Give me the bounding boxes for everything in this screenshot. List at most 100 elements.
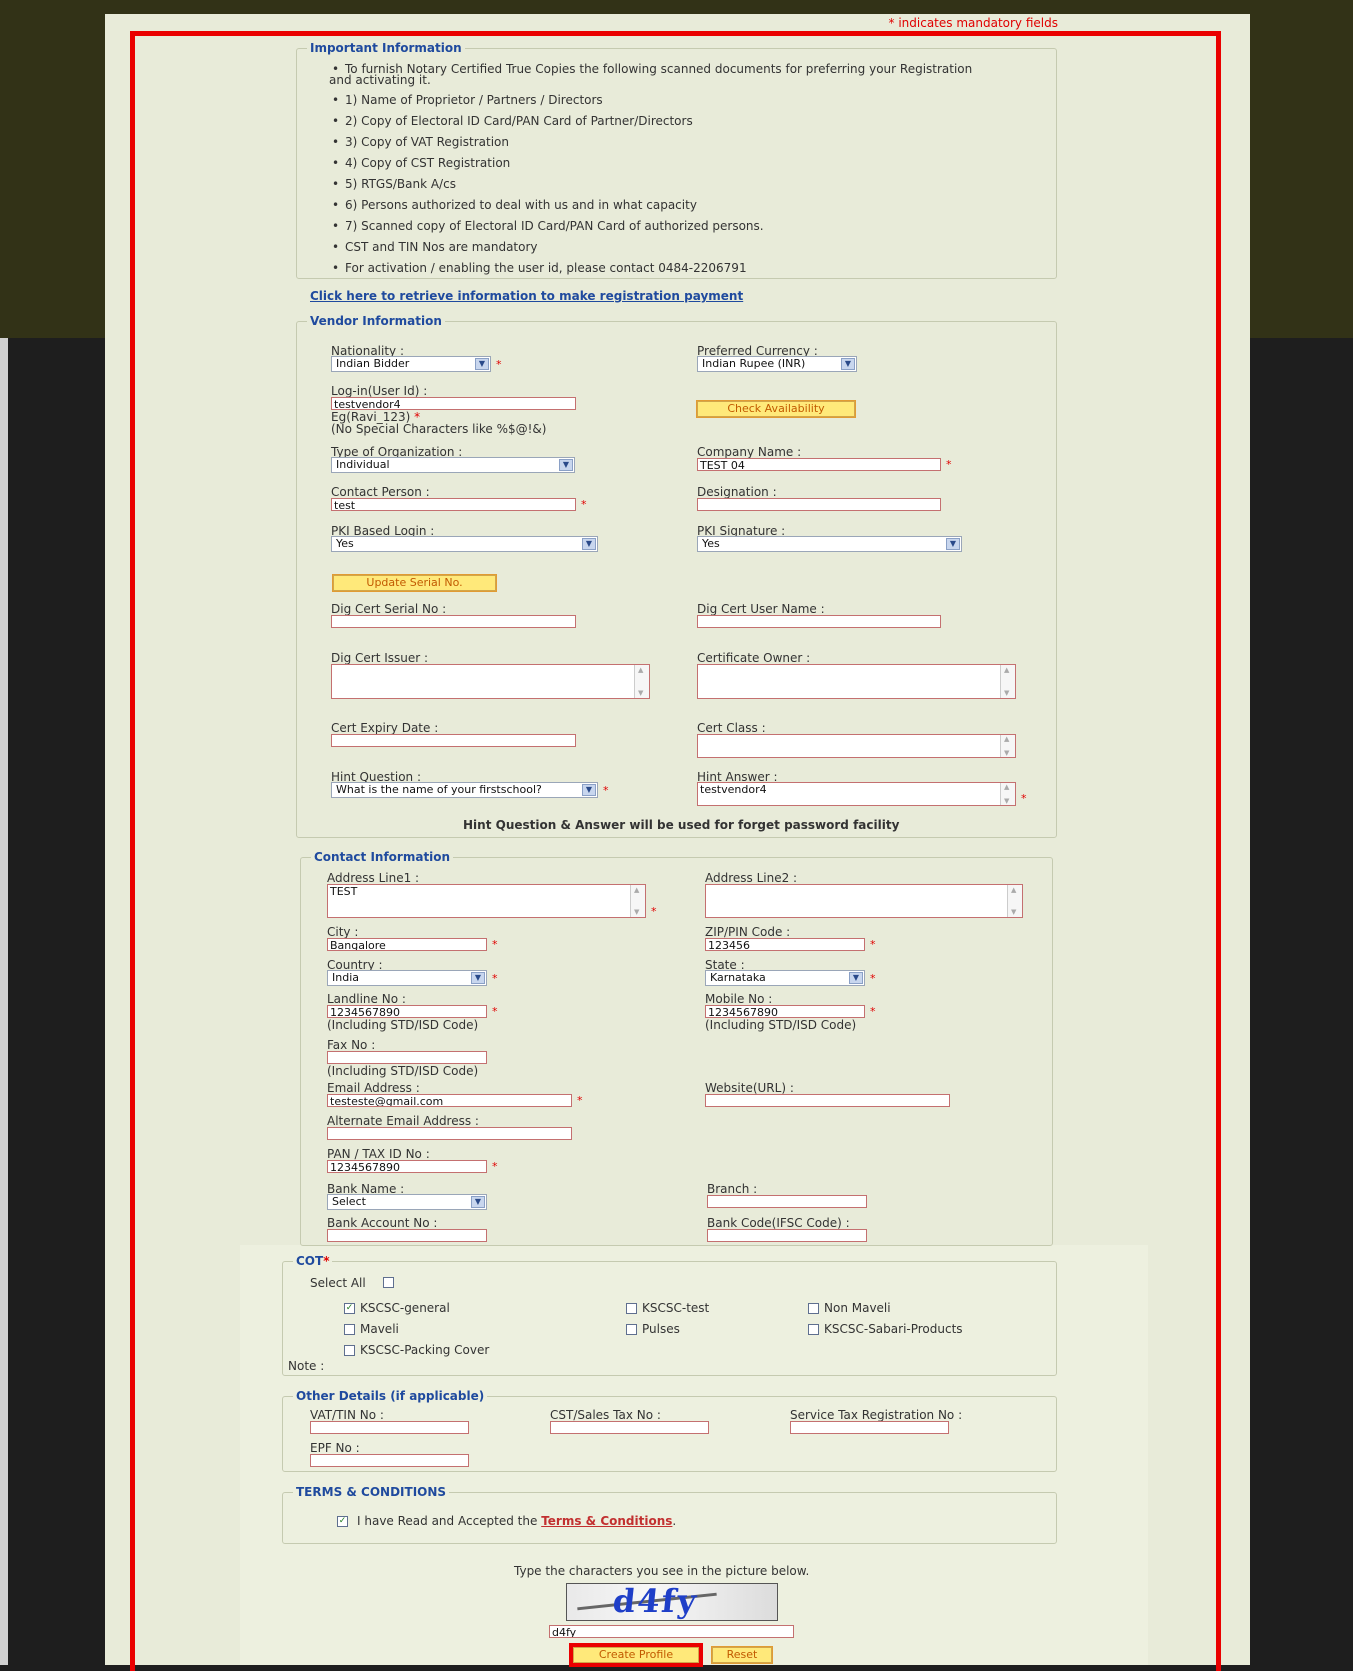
epf-input[interactable] — [310, 1454, 469, 1467]
cot-option-label: KSCSC-test — [642, 1301, 710, 1315]
terms-text: I have Read and Accepted the Terms & Con… — [357, 1514, 677, 1528]
account-input[interactable] — [327, 1229, 487, 1242]
captcha-image: d4fy — [566, 1583, 778, 1621]
scrollbar[interactable]: ▲ ▼ — [1007, 885, 1022, 917]
login-label: Log-in(User Id) : — [331, 384, 428, 398]
chevron-down-icon: ▼ — [582, 538, 596, 550]
required-star: * — [496, 358, 502, 371]
cot-option-label: Pulses — [642, 1322, 680, 1336]
scrollbar[interactable]: ▲ ▼ — [634, 665, 649, 698]
info-item: For activation / enabling the user id, p… — [332, 261, 747, 275]
address2-label: Address Line2 : — [705, 871, 798, 885]
scrollbar[interactable]: ▲ ▼ — [630, 885, 645, 917]
scrollbar[interactable]: ▲ ▼ — [1000, 735, 1015, 757]
create-profile-button[interactable]: Create Profile — [569, 1643, 703, 1667]
cot-checkbox-packing-cover[interactable] — [344, 1345, 355, 1356]
check-availability-button[interactable]: Check Availability — [696, 400, 856, 418]
captcha-input[interactable]: d4fy — [549, 1625, 794, 1638]
cst-label: CST/Sales Tax No : — [550, 1408, 661, 1422]
info-item: To furnish Notary Certified True Copies … — [332, 62, 972, 76]
required-star: * — [577, 1094, 583, 1107]
country-select[interactable]: India ▼ — [327, 970, 487, 986]
state-select[interactable]: Karnataka ▼ — [705, 970, 865, 986]
branch-input[interactable] — [707, 1195, 867, 1208]
update-serial-button[interactable]: Update Serial No. — [332, 574, 497, 592]
landline-input[interactable]: 1234567890 — [327, 1005, 487, 1018]
email-label: Email Address : — [327, 1081, 420, 1095]
cot-option-label: KSCSC-Packing Cover — [360, 1343, 490, 1357]
zip-input[interactable]: 123456 — [705, 938, 865, 951]
scrollbar[interactable]: ▲ ▼ — [1000, 783, 1015, 805]
issuer-textarea[interactable]: ▲ ▼ — [331, 664, 650, 699]
designation-input[interactable] — [697, 498, 941, 511]
pan-label: PAN / TAX ID No : — [327, 1147, 430, 1161]
organization-type-select[interactable]: Individual ▼ — [331, 457, 575, 473]
contact-person-input[interactable]: test — [331, 498, 576, 511]
chevron-down-icon: ▼ — [475, 358, 489, 370]
pki-signature-select[interactable]: Yes ▼ — [697, 536, 962, 552]
cot-checkbox-kscsc-general[interactable]: ✓ — [344, 1303, 355, 1314]
email-input[interactable]: testeste@gmail.com — [327, 1094, 572, 1107]
cot-checkbox-kscsc-test[interactable] — [626, 1303, 637, 1314]
cot-option-label: Maveli — [360, 1322, 399, 1336]
owner-textarea[interactable]: ▲ ▼ — [697, 664, 1016, 699]
owner-label: Certificate Owner : — [697, 651, 811, 665]
city-label: City : — [327, 925, 359, 939]
cst-input[interactable] — [550, 1421, 709, 1434]
address1-textarea[interactable]: TEST ▲ ▼ — [327, 884, 646, 918]
chevron-down-icon: ▼ — [471, 1196, 485, 1208]
required-star: * — [651, 905, 657, 918]
important-information-legend: Important Information — [310, 41, 462, 55]
info-item: 4) Copy of CST Registration — [332, 156, 510, 170]
currency-select[interactable]: Indian Rupee (INR) ▼ — [697, 356, 857, 372]
reset-button[interactable]: Reset — [711, 1646, 773, 1664]
alt-email-label: Alternate Email Address : — [327, 1114, 479, 1128]
epf-label: EPF No : — [310, 1441, 360, 1455]
pki-login-select[interactable]: Yes ▼ — [331, 536, 598, 552]
select-all-checkbox[interactable] — [383, 1277, 394, 1288]
chevron-down-icon: ▼ — [849, 972, 863, 984]
mobile-input[interactable]: 1234567890 — [705, 1005, 865, 1018]
info-item: 7) Scanned copy of Electoral ID Card/PAN… — [332, 219, 764, 233]
class-textarea[interactable]: ▲ ▼ — [697, 734, 1016, 758]
info-item: 1) Name of Proprietor / Partners / Direc… — [332, 93, 603, 107]
city-input[interactable]: Bangalore — [327, 938, 487, 951]
hint-question-select[interactable]: What is the name of your firstschool? ▼ — [331, 782, 598, 798]
serial-input[interactable] — [331, 615, 576, 628]
company-name-input[interactable]: TEST 04 — [697, 458, 941, 471]
cot-checkbox-pulses[interactable] — [626, 1324, 637, 1335]
cot-checkbox-maveli[interactable] — [344, 1324, 355, 1335]
expiry-input[interactable] — [331, 734, 576, 747]
terms-link[interactable]: Terms & Conditions — [541, 1514, 672, 1528]
scrollbar[interactable]: ▲ ▼ — [1000, 665, 1015, 698]
fax-input[interactable] — [327, 1051, 487, 1064]
required-star: * — [492, 1005, 498, 1018]
cert-user-input[interactable] — [697, 615, 941, 628]
class-label: Cert Class : — [697, 721, 766, 735]
vat-input[interactable] — [310, 1421, 469, 1434]
cot-checkbox-non-maveli[interactable] — [808, 1303, 819, 1314]
cot-legend: COT* — [296, 1254, 330, 1268]
service-tax-input[interactable] — [790, 1421, 949, 1434]
info-item: 2) Copy of Electoral ID Card/PAN Card of… — [332, 114, 693, 128]
login-input[interactable]: testvendor4 — [331, 397, 576, 410]
nationality-select[interactable]: Indian Bidder ▼ — [331, 356, 491, 372]
expiry-label: Cert Expiry Date : — [331, 721, 439, 735]
bank-name-select[interactable]: Select ▼ — [327, 1194, 487, 1210]
fax-std-note: (Including STD/ISD Code) — [327, 1064, 479, 1078]
hint-note: Hint Question & Answer will be used for … — [463, 818, 900, 832]
pan-input[interactable]: 1234567890 — [327, 1160, 487, 1173]
cot-checkbox-sabari-products[interactable] — [808, 1324, 819, 1335]
contact-person-label: Contact Person : — [331, 485, 430, 499]
ifsc-input[interactable] — [707, 1229, 867, 1242]
registration-payment-link[interactable]: Click here to retrieve information to ma… — [310, 289, 743, 303]
other-details-legend: Other Details (if applicable) — [296, 1389, 485, 1403]
terms-checkbox[interactable]: ✓ — [337, 1516, 348, 1527]
alt-email-input[interactable] — [327, 1127, 572, 1140]
website-input[interactable] — [705, 1094, 950, 1107]
landline-std-note: (Including STD/ISD Code) — [327, 1018, 479, 1032]
cot-option-label: KSCSC-Sabari-Products — [824, 1322, 963, 1336]
cot-note: Note : — [288, 1359, 325, 1373]
hint-answer-textarea[interactable]: testvendor4 ▲ ▼ — [697, 782, 1016, 806]
address2-textarea[interactable]: ▲ ▼ — [705, 884, 1023, 918]
